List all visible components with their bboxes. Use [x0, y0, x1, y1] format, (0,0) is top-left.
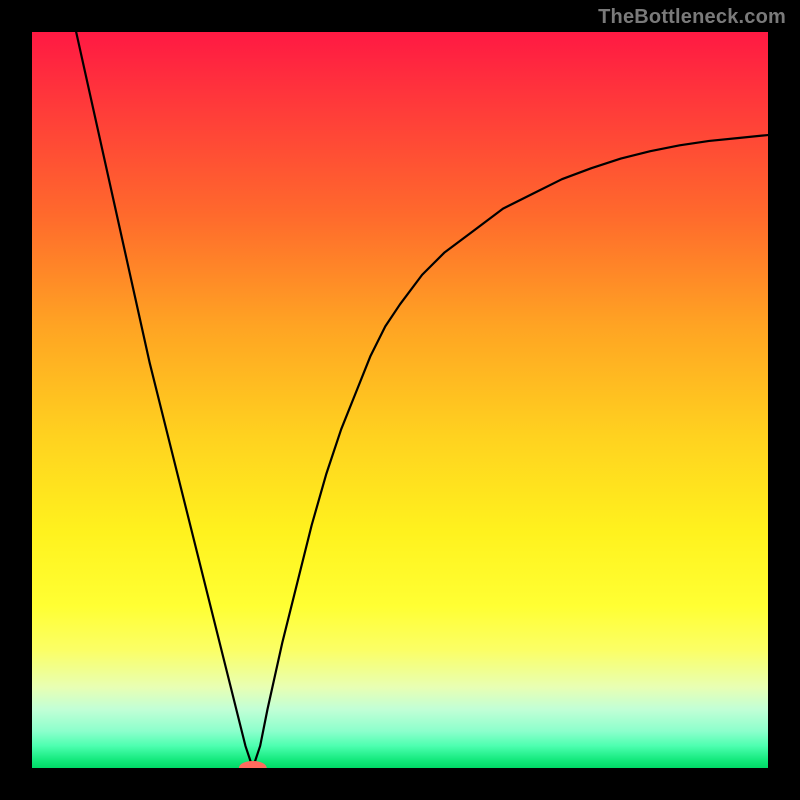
bottleneck-curve	[76, 32, 768, 768]
plot-area	[32, 32, 768, 768]
watermark-label: TheBottleneck.com	[598, 6, 786, 29]
chart-svg	[32, 32, 768, 768]
chart-frame: TheBottleneck.com	[0, 0, 800, 800]
optimum-marker	[239, 761, 267, 768]
